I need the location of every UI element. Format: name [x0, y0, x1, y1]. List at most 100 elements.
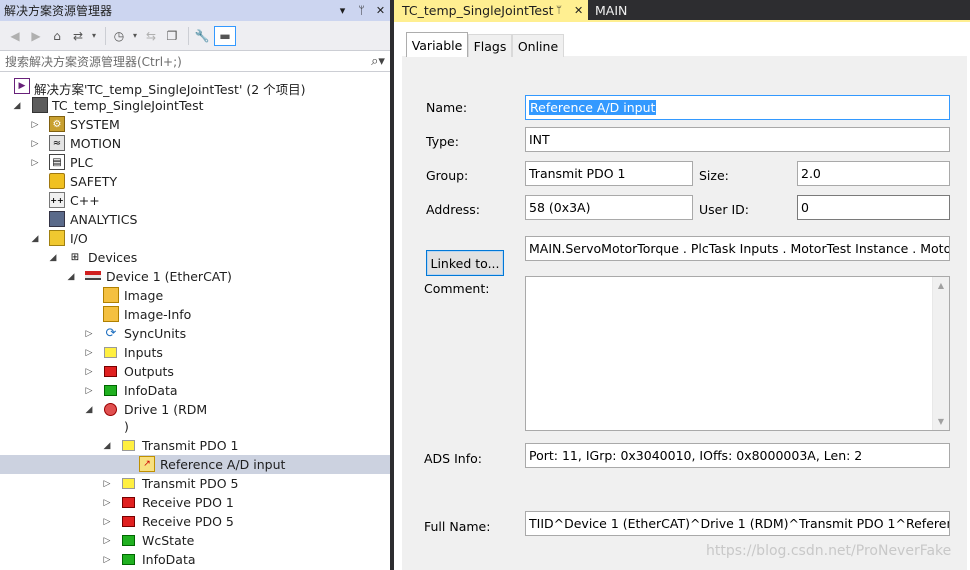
outputs-icon	[104, 366, 117, 377]
userid-label: User ID:	[699, 202, 749, 217]
dropdown-arrow-icon[interactable]: ▾	[334, 2, 351, 19]
tree-item-syncunits[interactable]: ▷ ⟳ SyncUnits	[0, 324, 391, 343]
type-label: Type:	[426, 134, 459, 149]
tab-flags[interactable]: Flags	[468, 34, 512, 57]
pin-icon[interactable]: ᛘ	[353, 2, 370, 19]
expanded-arrow-icon[interactable]: ◢	[84, 405, 94, 415]
tree-item-receive-pdo-1[interactable]: ▷ Receive PDO 1	[0, 493, 391, 512]
expanded-arrow-icon[interactable]: ◢	[12, 101, 22, 111]
collapsed-arrow-icon[interactable]: ▷	[84, 329, 94, 339]
full-name-field[interactable]: TIID^Device 1 (EtherCAT)^Drive 1 (RDM)^T…	[525, 511, 950, 536]
tree-item-label: SyncUnits	[124, 326, 187, 341]
devices-icon: ⊞	[67, 249, 83, 265]
name-field[interactable]: Reference A/D input	[525, 95, 950, 120]
collapsed-arrow-icon[interactable]: ▷	[30, 120, 40, 130]
linked-to-button[interactable]: Linked to...	[426, 250, 504, 276]
tree-item-device1[interactable]: ◢ Device 1 (EtherCAT)	[0, 267, 391, 286]
system-icon: ⚙	[49, 116, 65, 132]
address-field[interactable]: 58 (0x3A)	[525, 195, 693, 220]
refresh-icon[interactable]: ⇆	[142, 26, 160, 46]
tree-item-inputs[interactable]: ▷ Inputs	[0, 343, 391, 362]
tree-item-infodata[interactable]: ▷ InfoData	[0, 381, 391, 400]
comment-label: Comment:	[424, 281, 490, 296]
ads-info-field[interactable]: Port: 11, IGrp: 0x3040010, IOffs: 0x8000…	[525, 443, 950, 468]
tree-item-cpp[interactable]: ++ C++	[0, 191, 391, 210]
tree-item-devices[interactable]: ◢ ⊞ Devices	[0, 248, 391, 267]
tree-item-io[interactable]: ◢ I/O	[0, 229, 391, 248]
collapse-all-icon[interactable]: ❐	[163, 26, 181, 46]
chevron-down-icon[interactable]: ▾	[90, 26, 98, 46]
tab-main[interactable]: MAIN	[591, 0, 651, 20]
collapsed-arrow-icon[interactable]: ▷	[102, 517, 112, 527]
tree-item-label: ANALYTICS	[70, 212, 138, 227]
history-icon[interactable]: ◷	[110, 26, 128, 46]
tree-item-label: InfoData	[124, 383, 178, 398]
close-icon[interactable]: ✕	[372, 2, 389, 19]
comment-textarea[interactable]: ▲ ▼	[525, 276, 950, 431]
preview-toggle-icon[interactable]: ▬	[214, 25, 236, 46]
tree-item-wcstate[interactable]: ▷ WcState	[0, 531, 391, 550]
collapsed-arrow-icon[interactable]: ▷	[30, 158, 40, 168]
linked-to-field[interactable]: MAIN.ServoMotorTorque . PlcTask Inputs .…	[525, 236, 950, 261]
solution-explorer-titlebar: 解决方案资源管理器 ▾ ᛘ ✕	[0, 0, 391, 21]
type-field[interactable]: INT	[525, 127, 950, 152]
close-icon[interactable]: ✕	[574, 4, 583, 17]
scroll-up-icon[interactable]: ▲	[933, 277, 949, 294]
collapsed-arrow-icon[interactable]: ▷	[102, 555, 112, 565]
tab-tc-temp-singlejointtest[interactable]: TC_temp_SingleJointTest ᛘ ✕	[394, 0, 588, 20]
tree-item-image-info[interactable]: Image-Info	[0, 305, 391, 324]
forward-icon[interactable]: ▶	[27, 26, 45, 46]
expanded-arrow-icon[interactable]: ◢	[30, 234, 40, 244]
tree-item-project[interactable]: ◢ TC_temp_SingleJointTest	[0, 96, 391, 115]
home-icon[interactable]: ⌂	[48, 26, 66, 46]
tree-item-outputs[interactable]: ▷ Outputs	[0, 362, 391, 381]
collapsed-arrow-icon[interactable]: ▷	[84, 386, 94, 396]
solution-explorer-search[interactable]: 搜索解决方案资源管理器(Ctrl+;) ⌕▾	[0, 50, 391, 72]
tree-item-image[interactable]: Image	[0, 286, 391, 305]
transmit-pdo-icon	[122, 478, 135, 489]
pin-icon[interactable]: ᛘ	[556, 5, 562, 16]
size-value: 2.0	[801, 166, 821, 181]
chevron-down-icon[interactable]: ▾	[131, 26, 139, 46]
back-icon[interactable]: ◀	[6, 26, 24, 46]
tree-item-motion[interactable]: ▷ ≈ MOTION	[0, 134, 391, 153]
sync-view-icon[interactable]: ⇄	[69, 26, 87, 46]
project-icon	[32, 97, 48, 113]
tree-item-transmit-pdo-1[interactable]: ◢ Transmit PDO 1	[0, 436, 391, 455]
search-icon[interactable]: ⌕▾	[365, 54, 391, 69]
tree-item-system[interactable]: ▷ ⚙ SYSTEM	[0, 115, 391, 134]
tree-item-analytics[interactable]: ANALYTICS	[0, 210, 391, 229]
receive-pdo-icon	[122, 497, 135, 508]
tab-online[interactable]: Online	[512, 34, 564, 57]
collapsed-arrow-icon[interactable]: ▷	[102, 479, 112, 489]
expanded-arrow-icon[interactable]: ◢	[66, 272, 76, 282]
tree-item-solution[interactable]: ▶ 解决方案'TC_temp_SingleJointTest' (2 个项目)	[0, 77, 391, 97]
size-field[interactable]: 2.0	[797, 161, 950, 186]
tree-item-reference-ad-input[interactable]: ↗ Reference A/D input	[0, 455, 391, 474]
collapsed-arrow-icon[interactable]: ▷	[102, 498, 112, 508]
scroll-down-icon[interactable]: ▼	[933, 413, 949, 430]
collapsed-arrow-icon[interactable]: ▷	[84, 367, 94, 377]
tree-item-infodata-drive[interactable]: ▷ InfoData	[0, 550, 391, 569]
collapsed-arrow-icon[interactable]: ▷	[84, 348, 94, 358]
ethercat-icon	[85, 271, 101, 280]
tree-item-safety[interactable]: SAFETY	[0, 172, 391, 191]
search-input[interactable]: 搜索解决方案资源管理器(Ctrl+;)	[0, 53, 365, 70]
expanded-arrow-icon[interactable]: ◢	[102, 441, 112, 451]
full-name-value: TIID^Device 1 (EtherCAT)^Drive 1 (RDM)^T…	[529, 516, 950, 531]
solution-explorer-title: 解决方案资源管理器	[4, 4, 113, 18]
toolbar-separator	[188, 26, 189, 45]
collapsed-arrow-icon[interactable]: ▷	[102, 536, 112, 546]
tree-item-transmit-pdo-5[interactable]: ▷ Transmit PDO 5	[0, 474, 391, 493]
properties-wrench-icon[interactable]: 🔧	[193, 26, 211, 46]
group-field[interactable]: Transmit PDO 1	[525, 161, 693, 186]
comment-scrollbar[interactable]: ▲ ▼	[932, 277, 949, 430]
userid-field[interactable]: 0	[797, 195, 950, 220]
drive-icon	[104, 403, 117, 416]
expanded-arrow-icon[interactable]: ◢	[48, 253, 58, 263]
collapsed-arrow-icon[interactable]: ▷	[30, 139, 40, 149]
tree-item-drive1[interactable]: ◢ Drive 1 (RDM )	[0, 400, 391, 436]
tab-variable[interactable]: Variable	[406, 32, 468, 57]
tree-item-plc[interactable]: ▷ ▤ PLC	[0, 153, 391, 172]
tree-item-receive-pdo-5[interactable]: ▷ Receive PDO 5	[0, 512, 391, 531]
